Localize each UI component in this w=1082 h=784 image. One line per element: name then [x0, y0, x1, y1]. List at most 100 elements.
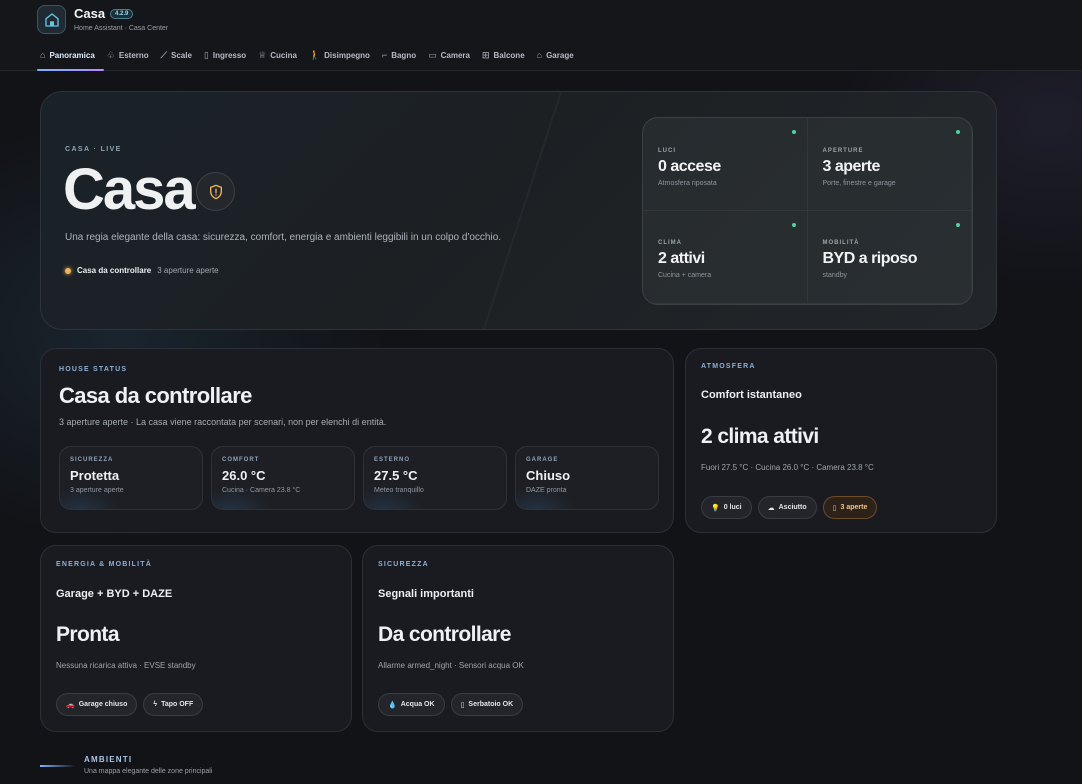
tile-label: GARAGE [526, 457, 559, 463]
status-dot-icon [956, 130, 960, 134]
stat-luci[interactable]: LUCI 0 accese Atmosfera riposata [643, 118, 808, 211]
stairs-icon: ⟋ [160, 50, 167, 60]
home-icon: ⌂ [40, 50, 46, 60]
tile-sub: DAZE pronta [526, 487, 567, 494]
stat-mobilita[interactable]: MOBILITÀ BYD a riposo standby [807, 211, 972, 304]
tile-sub: Cucina · Camera 23.8 °C [222, 487, 301, 494]
card-subtitle: Fuori 27.5 °C · Cucina 26.0 °C · Camera … [701, 463, 874, 472]
section-divider [40, 765, 76, 767]
tab-balcone[interactable]: ⊞ Balcone [479, 50, 534, 71]
hero-status: Casa da controllare 3 aperture aperte [65, 266, 219, 275]
section-title: AMBIENTI [84, 755, 133, 764]
chip-row: 💡 0 luci ☁ Asciutto ▯ 3 aperte [701, 496, 878, 519]
stat-aperture[interactable]: APERTURE 3 aperte Porte, finestre e gara… [807, 118, 972, 211]
card-value: Pronta [56, 623, 120, 646]
card-eyebrow: ATMOSFERA [701, 363, 756, 370]
tile-label: SICUREZZA [70, 457, 114, 463]
chip-luci[interactable]: 💡 0 luci [701, 496, 752, 519]
walk-icon: 🚶 [308, 50, 321, 60]
stat-sub: Porte, finestre e garage [822, 180, 896, 187]
atmosfera-card: ATMOSFERA Comfort istantaneo 2 clima att… [685, 348, 997, 533]
chip-label: 0 luci [723, 504, 742, 511]
house-status-card: HOUSE STATUS Casa da controllare 3 apert… [40, 348, 674, 533]
sicurezza-card: SICUREZZA Segnali importanti Da controll… [362, 545, 674, 732]
top-bar: Casa 4.2.9 Home Assistant · Casa Center … [0, 0, 1082, 71]
chef-hat-icon: ♕ [258, 50, 267, 60]
bolt-icon: ϟ [153, 701, 158, 708]
tab-label: Camera [440, 51, 470, 60]
tree-icon: ♧ [106, 50, 115, 60]
tab-label: Balcone [493, 51, 525, 60]
stat-sub: standby [822, 272, 848, 279]
tab-label: Ingresso [212, 51, 247, 60]
energia-card: ENERGIA & MOBILITÀ Garage + BYD + DAZE P… [40, 545, 352, 732]
status-strong: Casa da controllare [77, 266, 152, 275]
status-tiles: SICUREZZA Protetta 3 aperture aperte COM… [59, 446, 659, 510]
chip-label: Acqua OK [400, 701, 435, 708]
status-dot-icon [791, 130, 796, 134]
status-detail: 3 aperture aperte [157, 266, 219, 275]
tab-label: Panoramica [49, 51, 95, 60]
stat-label: MOBILITÀ [822, 240, 860, 246]
stat-label: LUCI [658, 148, 676, 154]
tile-comfort[interactable]: COMFORT 26.0 °C Cucina · Camera 23.8 °C [211, 446, 355, 510]
card-heading: Comfort istantaneo [701, 389, 802, 401]
chip-label: Garage chiuso [78, 701, 128, 708]
chip-label: Asciutto [778, 504, 807, 511]
tab-disimpegno[interactable]: 🚶 Disimpegno [306, 50, 379, 71]
stat-value: 2 attivi [658, 250, 705, 267]
tab-label: Esterno [118, 51, 149, 60]
shield-alert-icon[interactable] [196, 172, 235, 211]
tile-sicurezza[interactable]: SICUREZZA Protetta 3 aperture aperte [59, 446, 203, 510]
tab-scale[interactable]: ⟋ Scale [158, 50, 201, 71]
view-tabs: ⌂ Panoramica ♧ Esterno ⟋ Scale ▯ Ingress… [37, 50, 583, 71]
tile-value: Protetta [70, 468, 120, 483]
tile-sub: Meteo tranquillo [374, 487, 424, 494]
chip-asciutto[interactable]: ☁ Asciutto [757, 496, 817, 519]
tab-cucina[interactable]: ♕ Cucina [255, 50, 306, 71]
stat-value: 0 accese [658, 158, 721, 175]
hero-title: Casa [63, 157, 196, 222]
tab-label: Garage [546, 51, 574, 60]
tile-value: 27.5 °C [374, 468, 418, 483]
tile-garage[interactable]: GARAGE Chiuso DAZE pronta [515, 446, 659, 510]
card-heading: Garage + BYD + DAZE [56, 588, 173, 600]
tile-value: 26.0 °C [222, 468, 266, 483]
tab-garage[interactable]: ⌂ Garage [534, 50, 583, 71]
tab-panoramica[interactable]: ⌂ Panoramica [37, 50, 104, 71]
tile-label: COMFORT [222, 457, 260, 463]
chip-aperte[interactable]: ▯ 3 aperte [822, 496, 878, 519]
home-logo-icon[interactable] [37, 5, 66, 34]
app-subtitle: Home Assistant · Casa Center [74, 25, 169, 32]
hero-stats-grid: LUCI 0 accese Atmosfera riposata APERTUR… [642, 117, 973, 305]
tab-esterno[interactable]: ♧ Esterno [104, 50, 158, 71]
chip-tapo[interactable]: ϟ Tapo OFF [143, 693, 204, 716]
stat-value: BYD a riposo [822, 250, 918, 267]
stat-clima[interactable]: CLIMA 2 attivi Cucina + camera [643, 211, 808, 304]
chip-acqua[interactable]: 💧 Acqua OK [378, 693, 445, 716]
tab-bagno[interactable]: ⌐ Bagno [379, 50, 425, 71]
stat-sub: Atmosfera riposata [658, 180, 717, 187]
door-icon: ▯ [832, 504, 837, 512]
tile-sub: 3 aperture aperte [70, 487, 124, 494]
tab-ingresso[interactable]: ▯ Ingresso [201, 50, 255, 71]
car-icon: 🚗 [66, 701, 75, 709]
card-value: Da controllare [378, 623, 511, 646]
chip-serbatoio[interactable]: ▯ Serbatoio OK [450, 693, 524, 716]
chip-label: Tapo OFF [161, 701, 194, 708]
tank-icon: ▯ [460, 701, 465, 709]
version-badge: 4.2.9 [110, 9, 134, 19]
tab-camera[interactable]: ▭ Camera [425, 50, 479, 71]
status-dot-icon [791, 223, 796, 227]
stat-label: CLIMA [658, 240, 682, 246]
card-value: 2 clima attivi [701, 425, 819, 448]
chip-label: Serbatoio OK [468, 701, 514, 708]
stat-sub: Cucina + camera [658, 272, 712, 279]
card-subtitle: 3 aperture aperte · La casa viene raccon… [59, 417, 387, 427]
chip-garage[interactable]: 🚗 Garage chiuso [56, 693, 138, 716]
hero-description: Una regia elegante della casa: sicurezza… [65, 232, 502, 243]
tile-esterno[interactable]: ESTERNO 27.5 °C Meteo tranquillo [363, 446, 507, 510]
chip-row: 💧 Acqua OK ▯ Serbatoio OK [378, 693, 524, 716]
bed-icon: ▭ [428, 50, 437, 60]
card-title: Casa da controllare [59, 383, 252, 408]
